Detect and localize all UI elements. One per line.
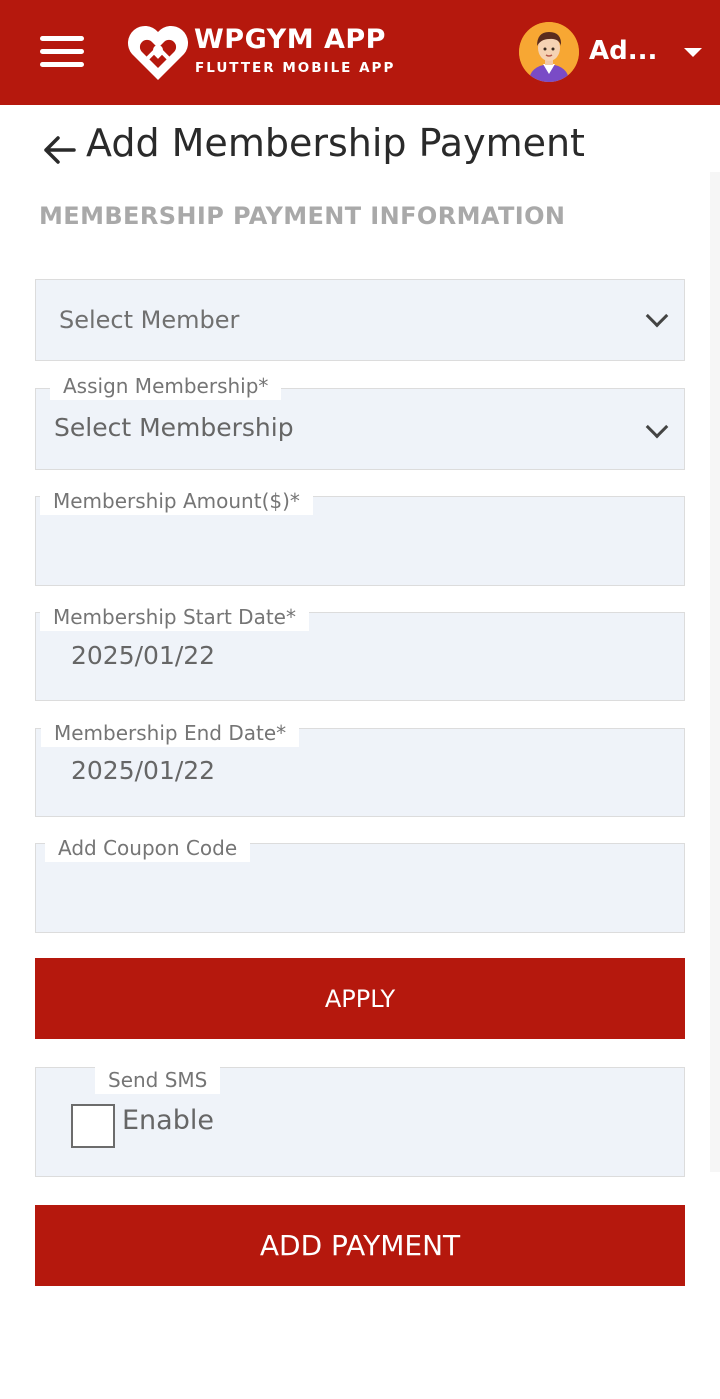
member-select-value: Select Member <box>59 306 240 334</box>
back-arrow-icon[interactable] <box>40 130 80 170</box>
membership-select[interactable]: Select Membership <box>35 388 685 470</box>
avatar[interactable] <box>519 22 579 82</box>
chevron-down-icon <box>645 304 669 328</box>
wpgym-logo-icon <box>127 25 189 81</box>
start-date-value: 2025/01/22 <box>71 641 216 670</box>
scrollbar-track[interactable] <box>710 172 720 1172</box>
chevron-down-icon <box>645 415 669 439</box>
membership-select-value: Select Membership <box>54 413 294 442</box>
send-sms-label: Send SMS <box>95 1066 221 1094</box>
page-title: Add Membership Payment <box>86 121 585 165</box>
caret-down-icon[interactable] <box>684 48 702 57</box>
start-date-label: Membership Start Date* <box>40 603 309 631</box>
hamburger-menu-icon[interactable] <box>40 34 86 70</box>
enable-sms-label[interactable]: Enable <box>122 1105 214 1136</box>
brand-subtitle: FLUTTER MOBILE APP <box>195 60 396 76</box>
section-title: MEMBERSHIP PAYMENT INFORMATION <box>39 202 566 230</box>
membership-select-label: Assign Membership* <box>50 372 282 400</box>
apply-button[interactable]: APPLY <box>35 958 685 1039</box>
brand-title: WPGYM APP <box>194 24 386 55</box>
member-select[interactable]: Select Member <box>35 279 685 361</box>
amount-label: Membership Amount($)* <box>40 487 313 515</box>
coupon-label: Add Coupon Code <box>45 834 251 862</box>
enable-sms-checkbox[interactable] <box>71 1104 115 1148</box>
add-payment-button[interactable]: ADD PAYMENT <box>35 1205 685 1286</box>
user-name[interactable]: Ad... <box>589 36 657 66</box>
user-avatar-icon <box>519 22 579 82</box>
app-bar: WPGYM APP FLUTTER MOBILE APP Ad... <box>0 0 720 105</box>
end-date-value: 2025/01/22 <box>71 756 216 785</box>
end-date-label: Membership End Date* <box>41 719 300 747</box>
